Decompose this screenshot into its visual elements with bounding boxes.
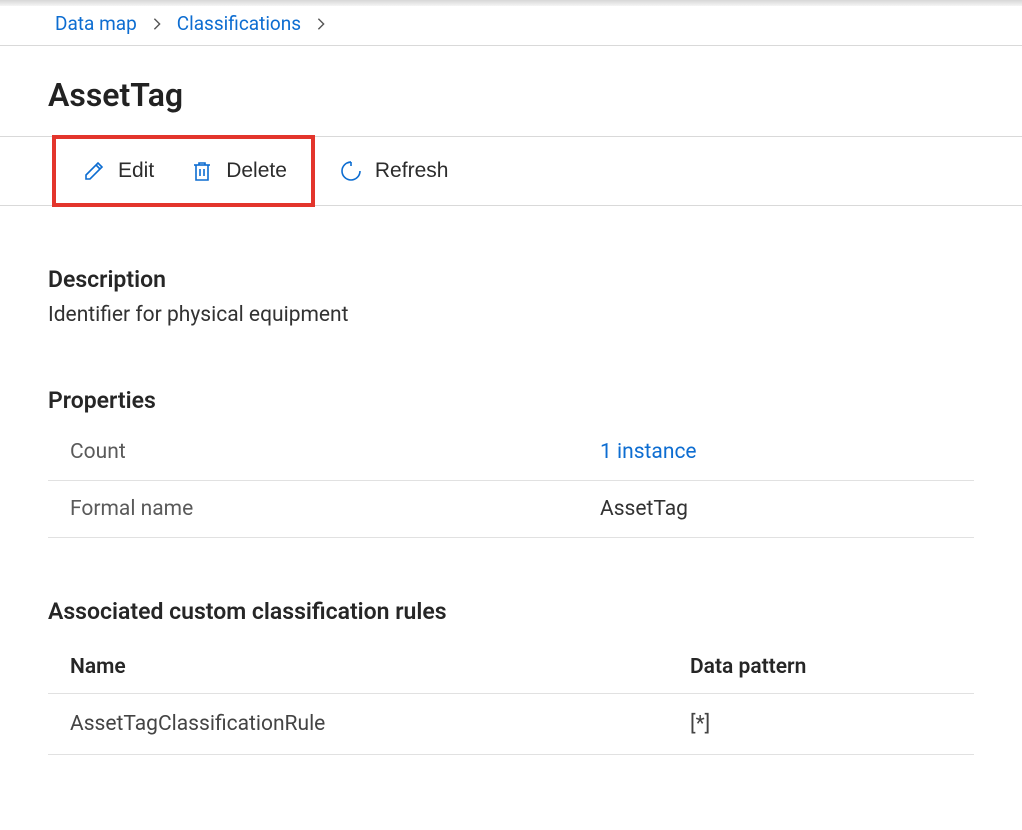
chevron-right-icon [315,17,327,31]
rules-section: Associated custom classification rules N… [48,598,974,755]
property-value: AssetTag [600,497,688,521]
trash-icon [190,159,214,183]
table-row: AssetTagClassificationRule [*] [48,694,974,755]
edit-icon [82,159,106,183]
breadcrumb: Data map Classifications [0,6,1022,46]
toolbar: Edit Delete Refresh [0,136,1022,206]
property-value-link[interactable]: 1 instance [600,440,697,464]
edit-label: Edit [118,159,154,183]
property-row-count: Count 1 instance [48,424,974,481]
property-label: Formal name [70,497,600,521]
delete-label: Delete [226,159,287,183]
description-heading: Description [48,266,974,293]
chevron-right-icon [151,17,163,31]
refresh-button[interactable]: Refresh [321,153,467,189]
delete-button[interactable]: Delete [172,153,305,189]
rules-table: Name Data pattern AssetTagClassification… [48,641,974,755]
column-header-name: Name [70,655,690,679]
description-section: Description Identifier for physical equi… [48,266,974,327]
description-text: Identifier for physical equipment [48,303,974,327]
breadcrumb-link-classifications[interactable]: Classifications [177,12,301,35]
edit-button[interactable]: Edit [64,153,172,189]
breadcrumb-link-data-map[interactable]: Data map [55,12,137,35]
rule-name: AssetTagClassificationRule [70,712,690,736]
refresh-label: Refresh [375,159,449,183]
properties-heading: Properties [48,387,974,414]
rule-pattern: [*] [690,712,970,736]
properties-section: Properties Count 1 instance Formal name … [48,387,974,538]
property-row-formal-name: Formal name AssetTag [48,481,974,538]
refresh-icon [339,159,363,183]
property-label: Count [70,440,600,464]
table-header: Name Data pattern [48,641,974,694]
title-area: AssetTag [0,46,1022,136]
rules-heading: Associated custom classification rules [48,598,974,625]
column-header-pattern: Data pattern [690,655,970,679]
page-title: AssetTag [48,76,1022,114]
content-area: Description Identifier for physical equi… [0,206,1022,795]
highlight-box: Edit Delete [52,135,315,207]
